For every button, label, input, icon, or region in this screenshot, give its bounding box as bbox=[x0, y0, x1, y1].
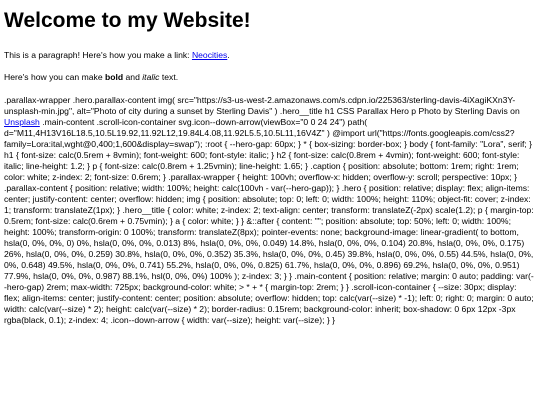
unsplash-link[interactable]: Unsplash bbox=[4, 117, 40, 127]
raw-code-text-part2: .main-content .scroll-icon-container svg… bbox=[4, 117, 534, 325]
formatting-text-end: text. bbox=[159, 72, 179, 82]
page-content: Welcome to my Website! This is a paragra… bbox=[4, 8, 534, 326]
italic-text: italic bbox=[142, 72, 160, 82]
bold-text: bold bbox=[105, 72, 124, 82]
formatting-paragraph: Here's how you can make bold and italic … bbox=[4, 72, 534, 83]
intro-paragraph-text: This is a paragraph! Here's how you make… bbox=[4, 50, 192, 60]
intro-paragraph-end: . bbox=[227, 50, 230, 60]
neocities-link[interactable]: Neocities bbox=[192, 50, 227, 60]
formatting-text-before: Here's how you can make bbox=[4, 72, 105, 82]
raw-code-text-part1: .parallax-wrapper .hero.parallax-content… bbox=[4, 95, 520, 116]
formatting-text-middle: and bbox=[123, 72, 143, 82]
page-heading: Welcome to my Website! bbox=[4, 9, 251, 32]
raw-code-paragraph: .parallax-wrapper .hero.parallax-content… bbox=[4, 95, 534, 326]
intro-paragraph: This is a paragraph! Here's how you make… bbox=[4, 50, 534, 61]
